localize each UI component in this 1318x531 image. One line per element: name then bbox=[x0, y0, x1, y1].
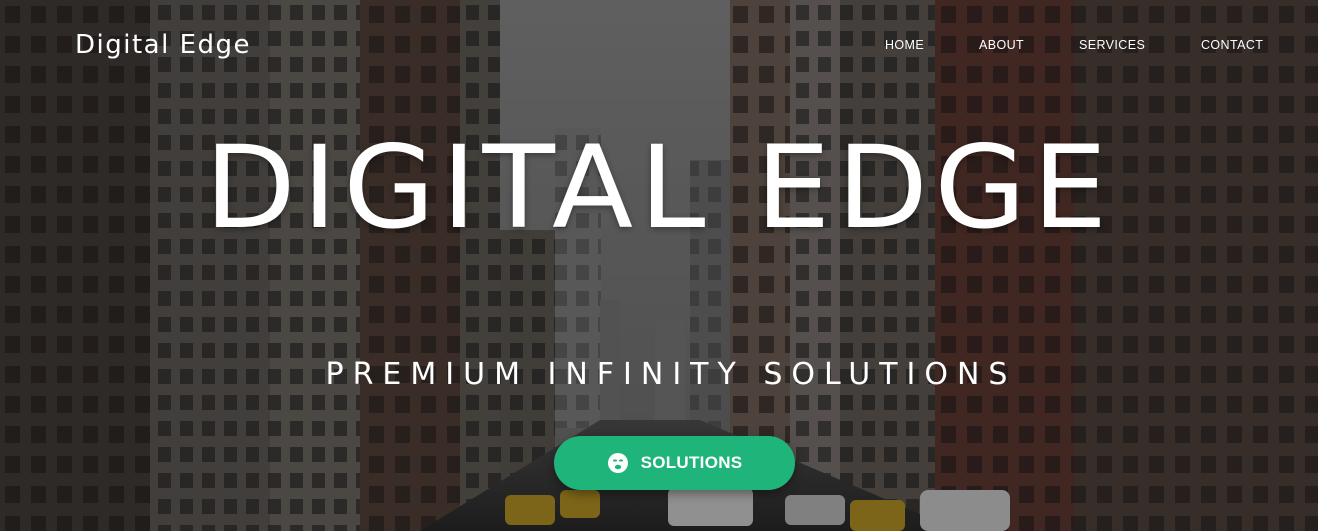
nav-link-services[interactable]: SERVICES bbox=[1079, 38, 1145, 52]
brand-logo[interactable]: Digital Edge bbox=[75, 29, 251, 61]
hero-section: Digital Edge HOME ABOUT SERVICES CONTACT… bbox=[0, 0, 1318, 531]
nav-link-contact[interactable]: CONTACT bbox=[1201, 38, 1263, 52]
solutions-button[interactable]: SOLUTIONS bbox=[554, 436, 795, 490]
navbar: Digital Edge HOME ABOUT SERVICES CONTACT bbox=[0, 0, 1318, 92]
hero-title: DIGITAL EDGE bbox=[204, 121, 1114, 254]
solutions-button-label: SOLUTIONS bbox=[640, 453, 743, 472]
hero-subtitle: PREMIUM INFINITY SOLUTIONS bbox=[325, 357, 1017, 392]
nav-link-home[interactable]: HOME bbox=[885, 38, 924, 52]
nav-link-about[interactable]: ABOUT bbox=[979, 38, 1024, 52]
emoji-face-icon bbox=[607, 452, 629, 474]
